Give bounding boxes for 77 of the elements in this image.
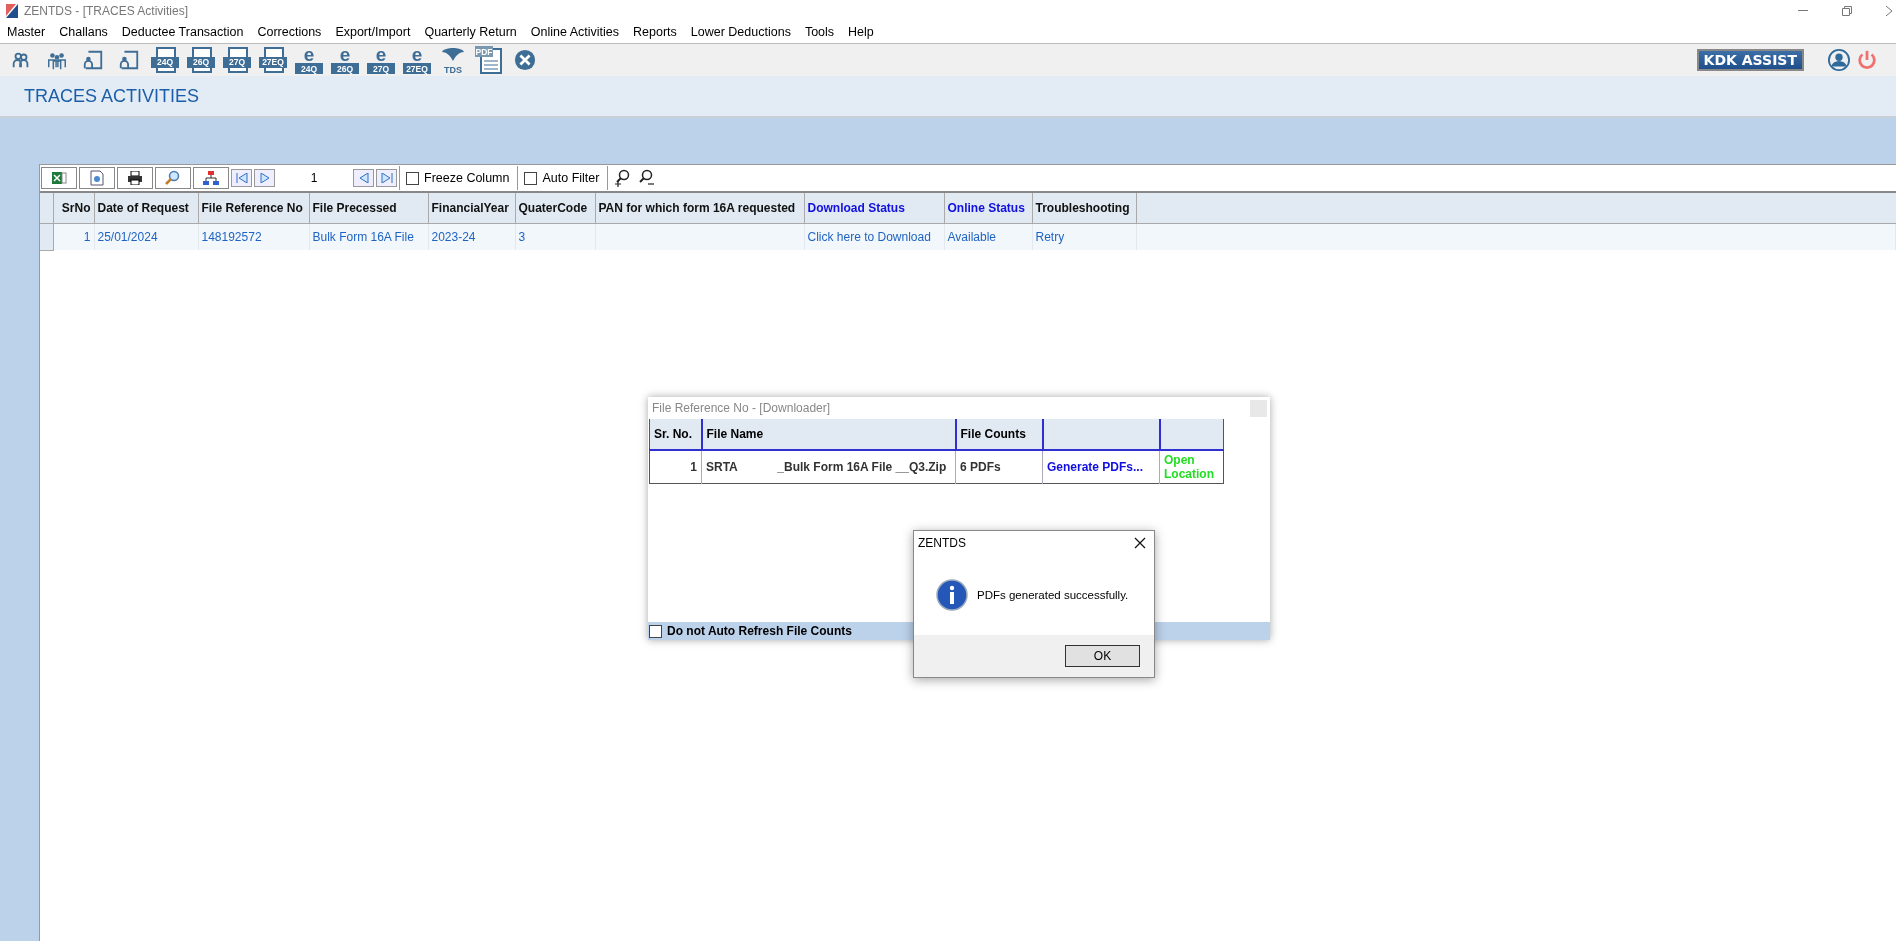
column-header: Sr. No. (649, 419, 702, 450)
menu-item[interactable]: Corrections (257, 25, 322, 39)
hierarchy-icon (203, 171, 219, 185)
checkbox-label: Freeze Column (424, 171, 510, 185)
column-header: File Counts (955, 419, 1043, 450)
table-cell: 6 PDFs (955, 450, 1043, 484)
checkbox-label: Do not Auto Refresh File Counts (667, 624, 852, 638)
column-header[interactable]: FinancialYear (428, 193, 515, 224)
user-icon[interactable] (1828, 49, 1850, 71)
first-page-button[interactable] (231, 169, 252, 187)
column-header[interactable]: File Precessed (309, 193, 428, 224)
table-cell: 1 (649, 450, 702, 484)
page-title: TRACES ACTIVITIES (24, 85, 200, 107)
last-page-icon (380, 173, 393, 183)
person-form-icon[interactable] (118, 49, 140, 71)
menu-item[interactable]: Tools (804, 25, 835, 39)
dialog-title: File Reference No - [Downloader] (652, 401, 831, 415)
page-number: 1 (309, 171, 319, 185)
menu-item[interactable]: Lower Deductions (690, 25, 791, 39)
column-header[interactable]: Date of Request (94, 193, 198, 224)
minimize-icon[interactable] (1798, 9, 1808, 12)
table-cell: Bulk Form 16A File (309, 223, 428, 250)
hierarchy-button[interactable] (193, 167, 229, 189)
dialog-title: ZENTDS (918, 536, 966, 550)
column-header[interactable]: File Reference No (198, 193, 309, 224)
checkbox-label: Auto Filter (542, 171, 600, 185)
table-cell: 148192572 (198, 223, 309, 250)
search-icon (165, 170, 181, 186)
html-export-button[interactable] (79, 167, 115, 189)
power-icon[interactable] (1856, 49, 1878, 71)
next-page-icon (259, 173, 270, 183)
column-header[interactable]: Online Status (944, 193, 1032, 224)
column-header: File Name (701, 419, 956, 450)
column-header[interactable]: PAN for which form 16A requested (595, 193, 804, 224)
checkbox[interactable] (524, 171, 538, 185)
menu-item[interactable]: Master (7, 25, 46, 39)
menu-item[interactable]: Online Activities (530, 25, 620, 39)
assist-button[interactable]: KDK ASSIST (1696, 49, 1804, 71)
window-title: ZENTDS - [TRACES Activities] (24, 3, 189, 18)
table-cell: 25/01/2024 (94, 223, 198, 250)
info-icon (936, 579, 968, 611)
print-button[interactable] (117, 167, 153, 189)
table-cell: 3 (515, 223, 595, 250)
table-cell: 2023-24 (428, 223, 515, 250)
table-cell: SRTA _Bulk Form 16A File __Q3.Zip (701, 450, 956, 484)
table-cell[interactable]: Available (944, 223, 1032, 250)
person-form-icon[interactable] (82, 49, 104, 71)
column-header[interactable]: Download Status (804, 193, 944, 224)
column-header[interactable]: QuaterCode (515, 193, 595, 224)
menu-item[interactable]: Help (848, 25, 874, 39)
menu-item[interactable]: Quarterly Return (424, 25, 517, 39)
message-text: PDFs generated successfully. (977, 589, 1129, 601)
menu-item[interactable]: Reports (633, 25, 677, 39)
previous-page-button[interactable] (353, 169, 374, 187)
generate-pdfs-link[interactable]: Generate PDFs... (1042, 450, 1160, 484)
table-cell[interactable]: Click here to Download (804, 223, 944, 250)
ok-button[interactable]: OK (1065, 645, 1140, 667)
search-button[interactable] (155, 167, 191, 189)
column-header[interactable]: Troubleshooting (1032, 193, 1136, 224)
menu-item[interactable]: Export/Import (335, 25, 411, 39)
table-cell[interactable]: Retry (1032, 223, 1136, 250)
checkbox[interactable] (649, 624, 662, 638)
menu-item[interactable]: Challans (59, 25, 108, 39)
web-document-icon (90, 170, 104, 186)
column-header[interactable]: SrNo (53, 193, 94, 224)
restore-icon[interactable] (1842, 5, 1852, 16)
first-page-icon (235, 173, 248, 183)
app-logo-icon (6, 3, 18, 18)
previous-page-icon (358, 173, 369, 183)
printer-icon (127, 171, 143, 185)
spreadsheet-icon (51, 170, 67, 186)
next-page-button[interactable] (254, 169, 275, 187)
last-page-button[interactable] (376, 169, 397, 187)
checkbox[interactable] (406, 171, 419, 185)
excel-export-button[interactable] (41, 167, 77, 189)
zoom-out-icon[interactable] (637, 169, 656, 187)
menu-item[interactable]: Deductee Transaction (121, 25, 244, 39)
